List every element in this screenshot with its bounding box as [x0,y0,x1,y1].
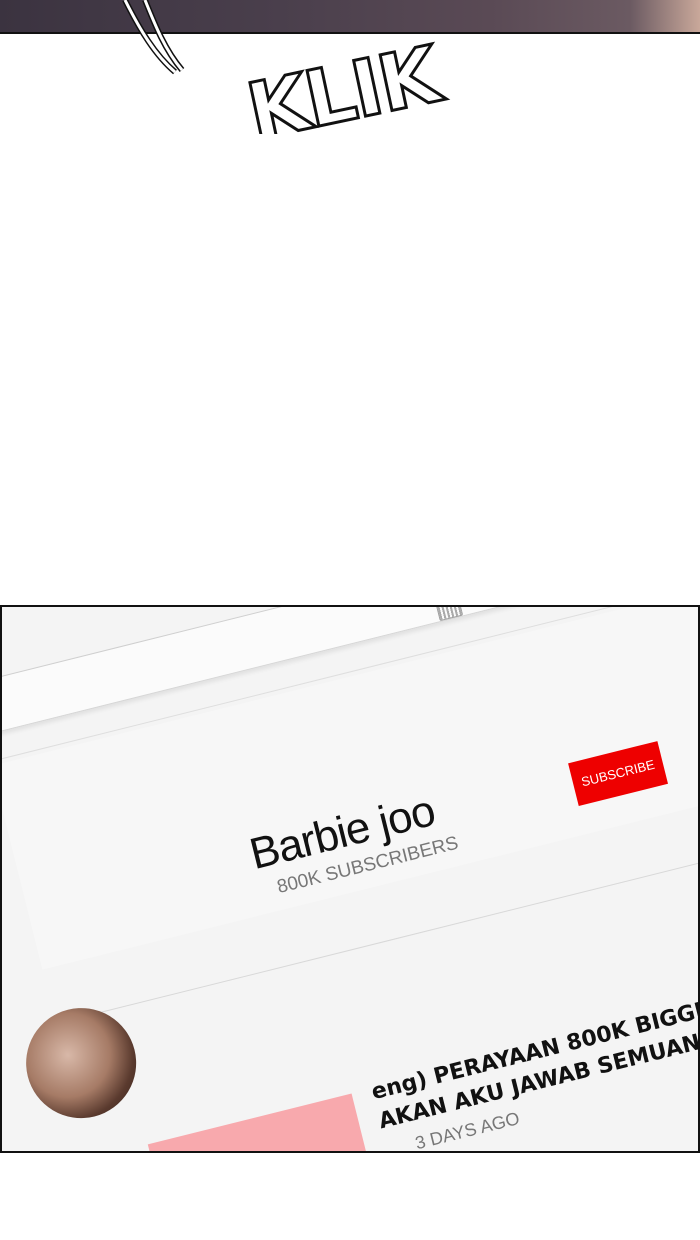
keyboard-icon[interactable] [436,607,464,622]
screen-panel: Barbie joo 800K SUBSCRIBERS SUBSCRIBE en… [0,605,700,1153]
klik-sound-effect: KLIK [238,28,452,134]
video-title[interactable]: eng) PERAYAAN 800K BIGGEST tmi Q&A AKAN … [369,953,698,1137]
tilted-screen: Barbie joo 800K SUBSCRIBERS SUBSCRIBE en… [2,607,698,1151]
hair-strands [122,0,185,75]
video-thumbnail[interactable] [147,1093,388,1151]
channel-avatar[interactable] [14,996,148,1130]
klik-text: KLIK [240,30,451,134]
